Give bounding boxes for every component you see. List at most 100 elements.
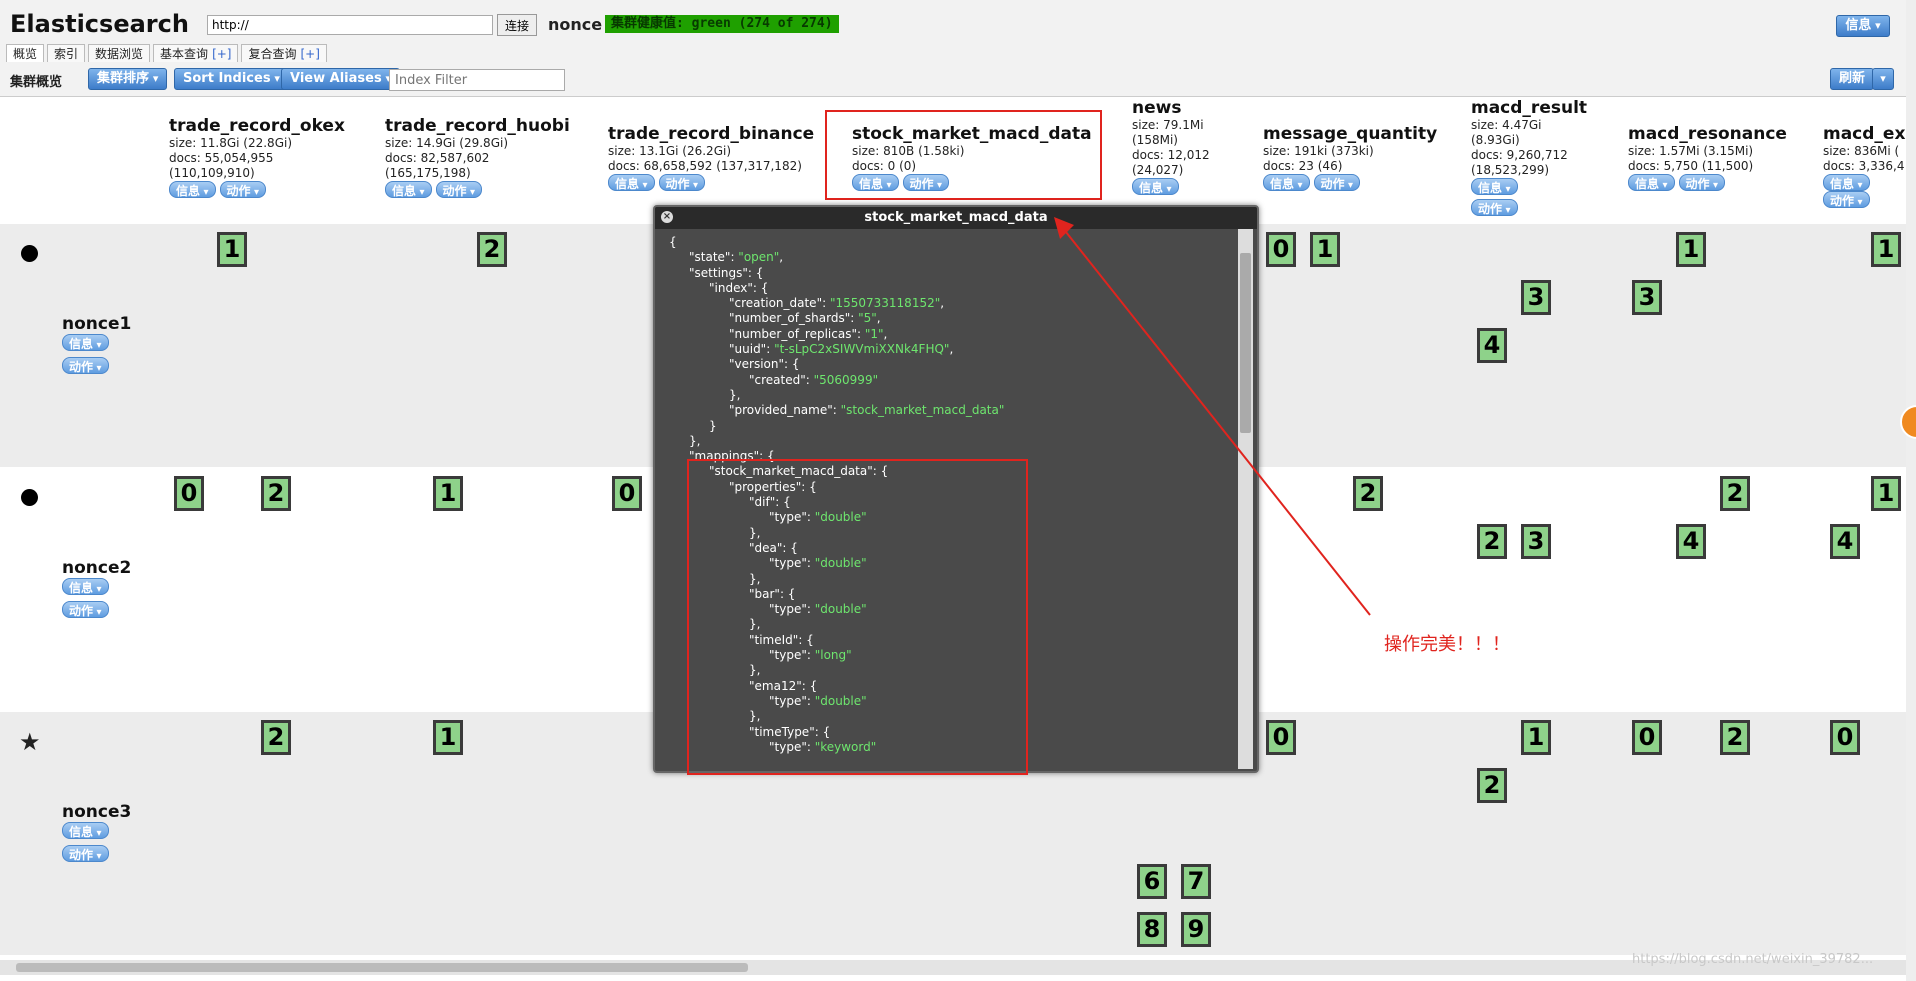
json-punct: : xyxy=(856,326,865,341)
tab-add-icon[interactable]: [+] xyxy=(212,47,231,61)
shard-box[interactable]: 2 xyxy=(261,720,291,755)
shard-box[interactable]: 0 xyxy=(174,476,204,511)
index-header: macd_resonance size: 1.57Mi (3.15Mi) doc… xyxy=(1628,124,1787,191)
json-punct: : { xyxy=(752,280,769,295)
shard-box[interactable]: 0 xyxy=(1266,720,1296,755)
index-info-button[interactable]: 信息 xyxy=(1263,174,1310,191)
shard-box[interactable]: 3 xyxy=(1521,280,1551,315)
shard-box[interactable]: 4 xyxy=(1477,328,1507,363)
index-filter-input[interactable] xyxy=(389,69,565,91)
connect-button[interactable]: 连接 xyxy=(497,14,537,36)
shard-box[interactable]: 1 xyxy=(1676,232,1706,267)
json-value: "5" xyxy=(858,311,877,326)
index-info-button[interactable]: 信息 xyxy=(1471,178,1518,195)
index-size: size: 1.57Mi (3.15Mi) xyxy=(1628,144,1754,158)
index-docs: docs: 12,012 xyxy=(1132,148,1210,162)
tab-compound-query[interactable]: 复合查询 [+] xyxy=(241,44,327,63)
shard-box[interactable]: 1 xyxy=(217,232,247,267)
json-line: "state": "open", xyxy=(669,250,1004,265)
index-action-button[interactable]: 动作 xyxy=(435,181,483,198)
url-input[interactable] xyxy=(207,15,493,35)
index-info-button[interactable]: 信息 xyxy=(169,181,216,198)
node-name: nonce2 xyxy=(62,558,132,578)
json-key: "uuid" xyxy=(729,342,767,357)
shard-box[interactable]: 2 xyxy=(1720,720,1750,755)
shard-box[interactable]: 2 xyxy=(1720,476,1750,511)
index-name[interactable]: macd_resonance xyxy=(1628,124,1787,144)
index-action-button[interactable]: 动作 xyxy=(1823,191,1870,208)
refresh-button[interactable]: 刷新 xyxy=(1830,68,1875,90)
index-info-button[interactable]: 信息 xyxy=(1823,174,1870,191)
index-action-button[interactable]: 动作 xyxy=(658,174,706,191)
tab-add-icon[interactable]: [+] xyxy=(301,47,320,61)
json-punct: : xyxy=(805,372,814,387)
shard-box[interactable]: 7 xyxy=(1181,864,1211,899)
tab-indices[interactable]: 索引 xyxy=(47,44,86,63)
json-line: }, xyxy=(669,388,1004,403)
index-name[interactable]: message_quantity xyxy=(1263,124,1437,144)
scrollbar-thumb[interactable] xyxy=(16,963,748,972)
index-action-button[interactable]: 动作 xyxy=(1678,174,1726,191)
shard-box[interactable]: 1 xyxy=(1871,232,1901,267)
node-name: nonce3 xyxy=(62,802,132,822)
shard-box[interactable]: 2 xyxy=(1477,524,1507,559)
shard-box[interactable]: 1 xyxy=(433,720,463,755)
shard-box[interactable]: 0 xyxy=(1632,720,1662,755)
shard-box[interactable]: 4 xyxy=(1830,524,1860,559)
index-docs: docs: 3,336,4 xyxy=(1823,159,1905,173)
index-name[interactable]: trade_record_binance xyxy=(608,124,814,144)
shard-box[interactable]: 3 xyxy=(1632,280,1662,315)
shard-box[interactable]: 9 xyxy=(1181,912,1211,947)
json-punct: }, xyxy=(689,433,701,448)
index-action-button[interactable]: 动作 xyxy=(219,181,267,198)
tab-overview[interactable]: 概览 xyxy=(6,44,45,63)
close-icon[interactable]: × xyxy=(661,211,673,223)
info-menu-button[interactable]: 信息 xyxy=(1836,15,1890,37)
index-info-button[interactable]: 信息 xyxy=(1132,178,1179,195)
shard-box[interactable]: 0 xyxy=(612,476,642,511)
json-line: "number_of_replicas": "1", xyxy=(669,327,1004,342)
index-name[interactable]: macd_result xyxy=(1471,98,1587,118)
shard-box[interactable]: 2 xyxy=(1477,768,1507,803)
shard-box[interactable]: 3 xyxy=(1521,524,1551,559)
refresh-options-button[interactable] xyxy=(1872,68,1894,90)
json-line: } xyxy=(669,419,1004,434)
json-key: "provided_name" xyxy=(729,403,833,418)
index-action-button[interactable]: 动作 xyxy=(1471,199,1518,216)
shard-box[interactable]: 0 xyxy=(1830,720,1860,755)
node-info-button[interactable]: 信息 xyxy=(62,334,109,351)
shard-box[interactable]: 1 xyxy=(433,476,463,511)
tab-browser[interactable]: 数据浏览 xyxy=(88,44,151,63)
sort-indices-button[interactable]: Sort Indices xyxy=(174,68,289,90)
shard-box[interactable]: 1 xyxy=(1871,476,1901,511)
node-action-button[interactable]: 动作 xyxy=(62,601,109,618)
index-info-button[interactable]: 信息 xyxy=(1628,174,1675,191)
index-info-button[interactable]: 信息 xyxy=(385,181,432,198)
view-aliases-button[interactable]: View Aliases xyxy=(281,68,401,90)
index-action-button[interactable]: 动作 xyxy=(1313,174,1361,191)
index-name[interactable]: macd_ex xyxy=(1823,124,1906,144)
index-info-button[interactable]: 信息 xyxy=(608,174,655,191)
shard-box[interactable]: 2 xyxy=(261,476,291,511)
json-key: "index" xyxy=(709,280,753,295)
horizontal-scrollbar[interactable] xyxy=(0,960,1906,975)
tab-bar: 概览 索引 数据浏览 基本查询 [+] 复合查询 [+] xyxy=(6,44,330,63)
vertical-scrollbar[interactable] xyxy=(1906,0,1916,981)
node-action-button[interactable]: 动作 xyxy=(62,845,109,862)
json-value: "stock_market_macd_data" xyxy=(840,403,1005,418)
shard-box[interactable]: 6 xyxy=(1137,864,1167,899)
shard-box[interactable]: 8 xyxy=(1137,912,1167,947)
json-key: "creation_date" xyxy=(729,296,823,311)
sort-cluster-button[interactable]: 集群排序 xyxy=(88,68,168,90)
tab-basic-query[interactable]: 基本查询 [+] xyxy=(153,44,239,63)
shard-box[interactable]: 1 xyxy=(1521,720,1551,755)
index-name[interactable]: news xyxy=(1132,98,1210,118)
index-name[interactable]: trade_record_okex xyxy=(169,116,345,136)
app-brand: Elasticsearch xyxy=(10,10,189,38)
node-info-button[interactable]: 信息 xyxy=(62,822,109,839)
node-action-button[interactable]: 动作 xyxy=(62,357,109,374)
shard-box[interactable]: 4 xyxy=(1676,524,1706,559)
shard-box[interactable]: 2 xyxy=(477,232,507,267)
node-info-button[interactable]: 信息 xyxy=(62,578,109,595)
index-name[interactable]: trade_record_huobi xyxy=(385,116,570,136)
